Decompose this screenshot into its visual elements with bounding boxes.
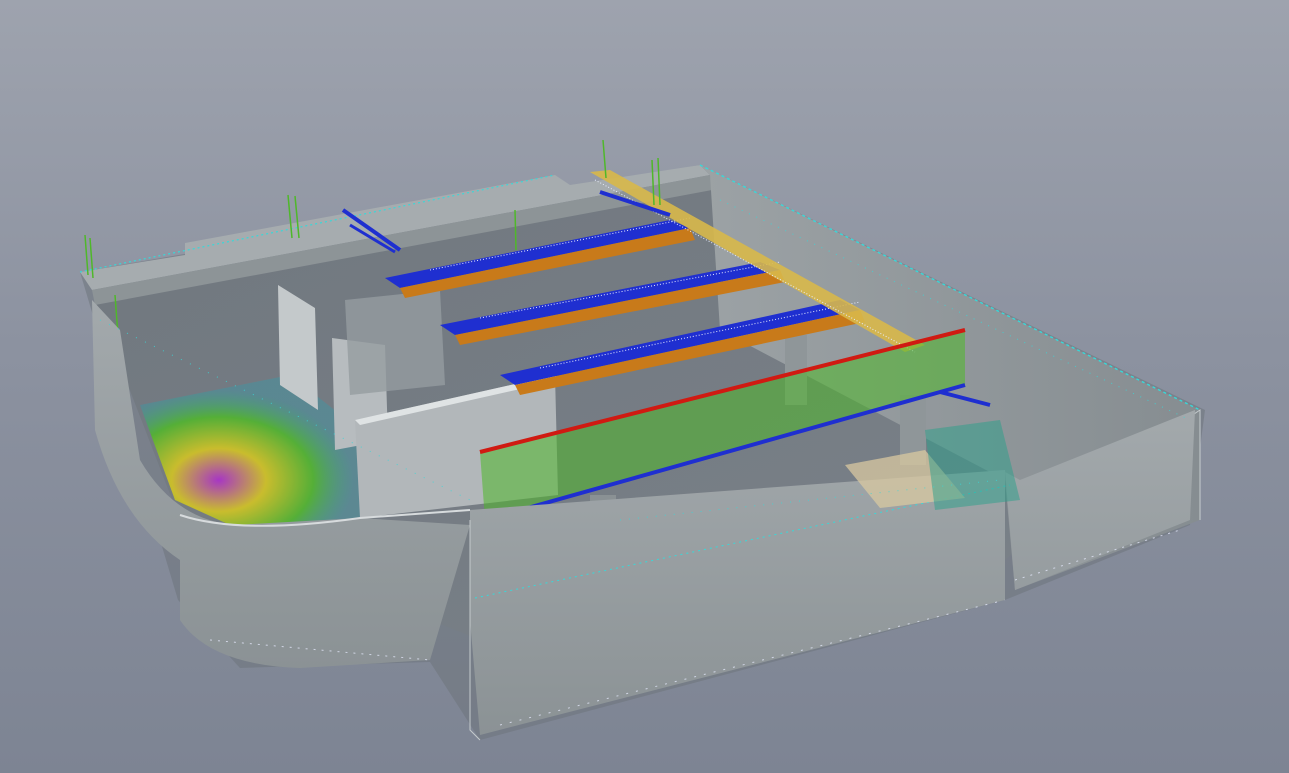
3d-viewport[interactable] bbox=[0, 0, 1289, 773]
structure-model[interactable] bbox=[0, 0, 1289, 773]
